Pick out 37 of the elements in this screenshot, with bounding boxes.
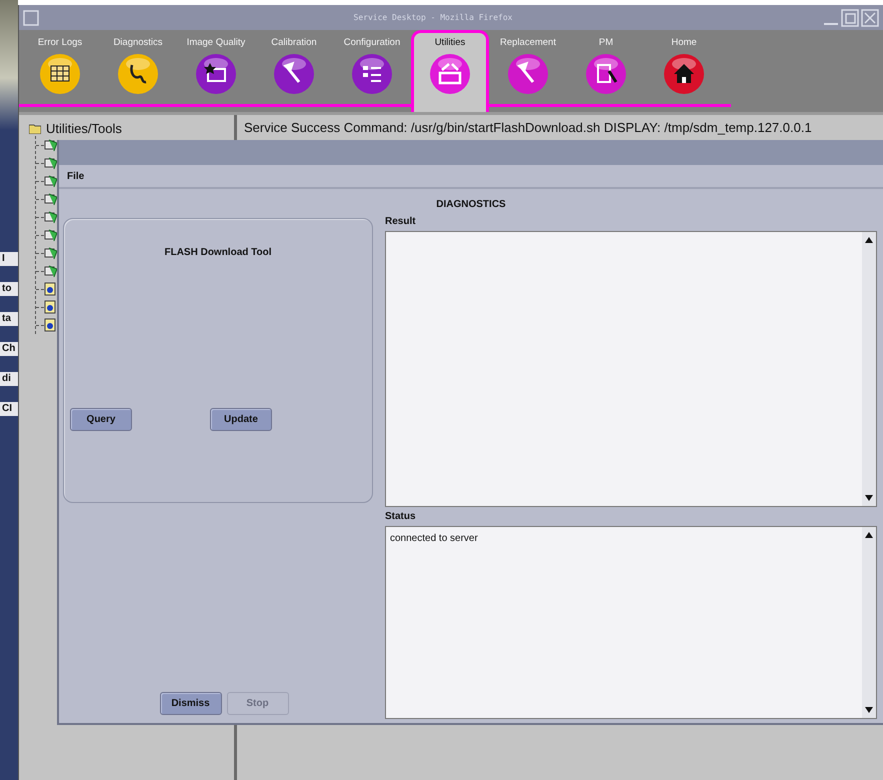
nav-tab[interactable]: Configuration	[333, 30, 411, 108]
window-title: Service Desktop - Mozilla Firefox	[352, 13, 514, 22]
scroll-up-icon[interactable]	[864, 235, 874, 245]
nav-tab[interactable]: PM	[567, 30, 645, 108]
action-button[interactable]: Query	[70, 408, 132, 431]
window-fragment-text: ta	[0, 312, 18, 326]
menu-item[interactable]: File	[67, 170, 84, 182]
scroll-down-icon[interactable]	[864, 493, 874, 503]
status-text: connected to server	[389, 532, 479, 546]
nav-tab[interactable]: Diagnostics	[99, 30, 177, 108]
result-label: Result	[385, 216, 417, 227]
window-fragment-text: CI	[0, 402, 18, 416]
scroll-down-icon[interactable]	[864, 705, 874, 715]
document-icon[interactable]	[44, 282, 56, 296]
nav-tab[interactable]: Utilities	[411, 30, 489, 112]
window-fragment-text: Ch	[0, 342, 18, 356]
nav-tab[interactable]: Calibration	[255, 30, 333, 108]
nav-tab[interactable]: Image Quality	[177, 30, 255, 108]
window-fragment-text: to	[0, 282, 18, 296]
folder-icon	[29, 124, 41, 134]
document-icon[interactable]	[44, 318, 56, 332]
dialog-heading: DIAGNOSTICS	[435, 199, 507, 210]
tree-root-label[interactable]: Utilities/Tools	[46, 121, 122, 136]
dialog-button[interactable]: Dismiss	[160, 692, 222, 715]
nav-tab[interactable]: Home	[645, 30, 723, 108]
scroll-up-icon[interactable]	[864, 530, 874, 540]
nav-tab[interactable]: Replacement	[489, 30, 567, 108]
status-label: Status	[385, 511, 417, 522]
document-icon[interactable]	[44, 300, 56, 314]
window-fragment-text: di	[0, 372, 18, 386]
nav-tab[interactable]: Error Logs	[21, 30, 99, 108]
command-status-text: Service Success Command: /usr/g/bin/startFlashDownload.sh DISPLAY: /tmp/sdm_temp.127.0.0.1	[244, 120, 812, 135]
status-text-area[interactable]: connected to server	[385, 526, 877, 719]
module-icon[interactable]	[44, 138, 58, 152]
window-fragment-text: I	[0, 252, 18, 266]
action-button[interactable]: Update	[210, 408, 272, 431]
group-title: FLASH Download Tool	[164, 247, 272, 258]
